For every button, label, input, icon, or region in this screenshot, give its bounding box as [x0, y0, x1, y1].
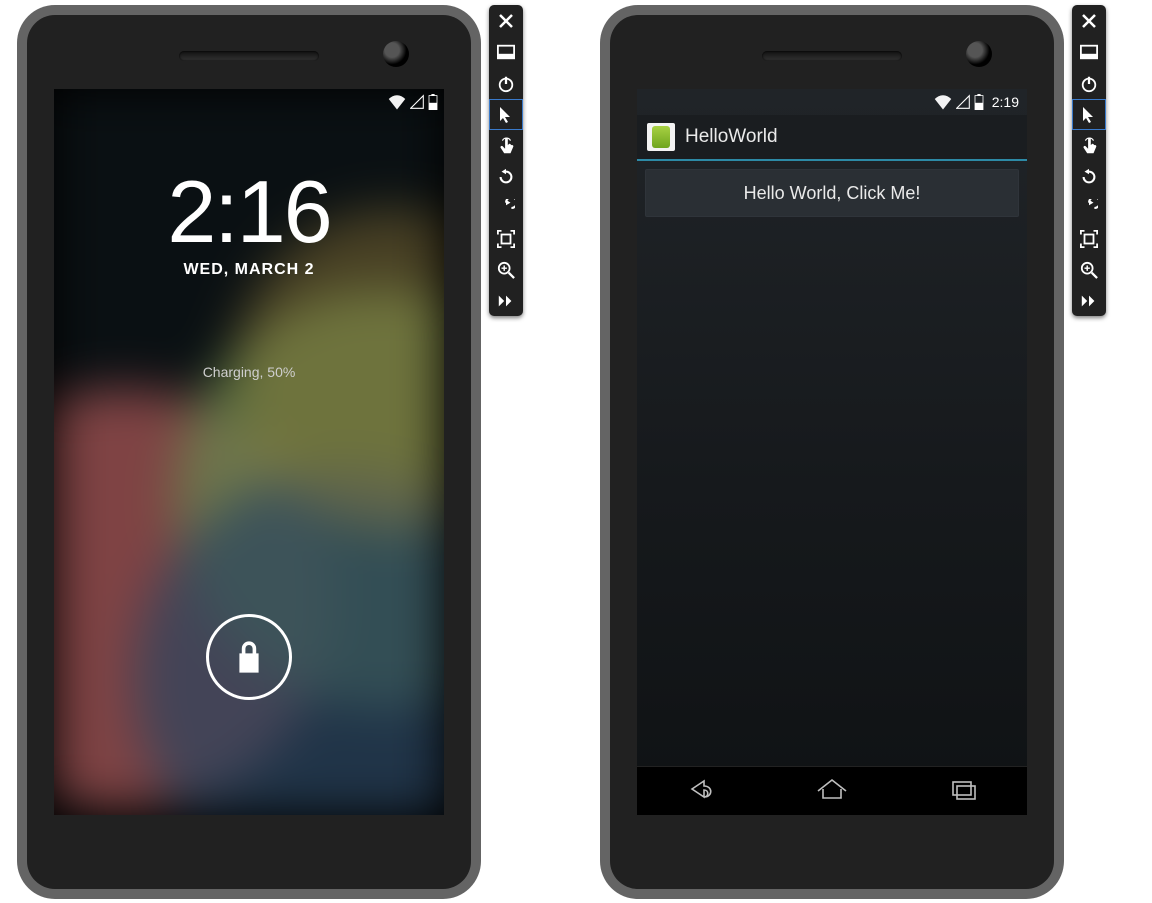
action-bar: HelloWorld	[637, 115, 1027, 161]
cell-signal-icon	[956, 94, 970, 110]
hello-world-button[interactable]: Hello World, Click Me!	[645, 169, 1019, 217]
phone-camera	[966, 41, 992, 67]
touch-mode-button[interactable]	[1072, 130, 1106, 161]
emulator-toolbar-1	[489, 5, 523, 316]
phone-bezel: 2:19 HelloWorld Hello World, Click Me!	[610, 15, 1054, 889]
button-label: Hello World, Click Me!	[744, 183, 921, 204]
status-bar[interactable]: 2:19	[637, 89, 1027, 115]
unlock-handle[interactable]	[206, 614, 292, 700]
phone-screen[interactable]: 2:19 HelloWorld Hello World, Click Me!	[637, 89, 1027, 815]
phone-speaker	[179, 51, 319, 61]
lock-date: WED, MARCH 2	[54, 261, 444, 279]
minimize-button[interactable]	[489, 36, 523, 67]
rotate-cw-button[interactable]	[1072, 192, 1106, 223]
pointer-mode-button[interactable]	[1072, 99, 1106, 130]
emulator-window-2: 2:19 HelloWorld Hello World, Click Me!	[600, 5, 1064, 899]
app-icon	[647, 123, 675, 151]
navigation-bar	[637, 766, 1027, 815]
phone-camera	[383, 41, 409, 67]
phone-bezel: 2:16 WED, MARCH 2 Charging, 50%	[27, 15, 471, 889]
phone-screen[interactable]: 2:16 WED, MARCH 2 Charging, 50%	[54, 89, 444, 815]
rotate-ccw-button[interactable]	[1072, 161, 1106, 192]
battery-icon	[428, 94, 438, 110]
pointer-mode-button[interactable]	[489, 99, 523, 130]
battery-icon	[974, 94, 984, 110]
recent-apps-button[interactable]	[942, 777, 982, 806]
more-button[interactable]	[1072, 285, 1106, 316]
power-button[interactable]	[1072, 68, 1106, 99]
screenshot-button[interactable]	[489, 223, 523, 254]
zoom-button[interactable]	[489, 254, 523, 285]
rotate-ccw-button[interactable]	[489, 161, 523, 192]
phone-speaker	[762, 51, 902, 61]
app-title: HelloWorld	[685, 126, 778, 148]
zoom-button[interactable]	[1072, 254, 1106, 285]
close-button[interactable]	[489, 5, 523, 36]
charging-status: Charging, 50%	[54, 364, 444, 380]
touch-mode-button[interactable]	[489, 130, 523, 161]
wifi-icon	[388, 94, 406, 110]
minimize-button[interactable]	[1072, 36, 1106, 67]
lock-icon	[234, 639, 264, 675]
cell-signal-icon	[410, 94, 424, 110]
home-button[interactable]	[812, 777, 852, 806]
back-button[interactable]	[682, 777, 722, 806]
status-time: 2:19	[992, 94, 1019, 110]
power-button[interactable]	[489, 68, 523, 99]
rotate-cw-button[interactable]	[489, 192, 523, 223]
more-button[interactable]	[489, 285, 523, 316]
emulator-window-1: 2:16 WED, MARCH 2 Charging, 50%	[17, 5, 481, 899]
status-bar[interactable]	[54, 89, 444, 115]
wifi-icon	[934, 94, 952, 110]
emulator-toolbar-2	[1072, 5, 1106, 316]
lock-time: 2:16	[54, 161, 444, 263]
screenshot-button[interactable]	[1072, 223, 1106, 254]
close-button[interactable]	[1072, 5, 1106, 36]
